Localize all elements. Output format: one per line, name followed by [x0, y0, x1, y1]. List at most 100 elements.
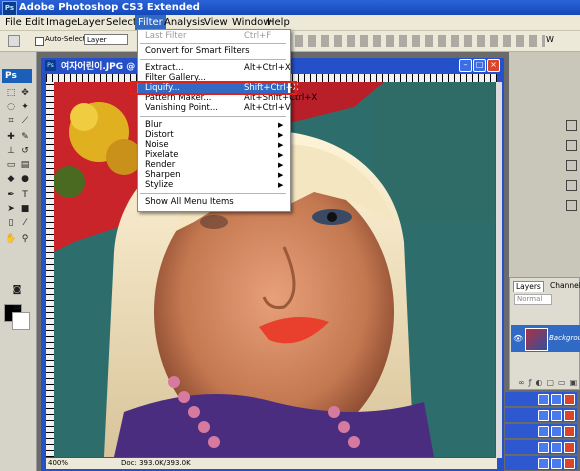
- menu-item-label: Show All Menu Items: [145, 197, 234, 207]
- history-brush-icon[interactable]: ↺: [19, 146, 31, 157]
- panel-icon-4[interactable]: [566, 180, 577, 191]
- tab-layers[interactable]: Layers: [513, 281, 544, 292]
- notes-tool-icon[interactable]: ▯: [5, 218, 17, 229]
- maximize-button[interactable]: [551, 442, 562, 453]
- maximize-button[interactable]: [551, 394, 562, 405]
- auto-select-target-select[interactable]: Layer: [84, 34, 128, 45]
- menu-item-pixelate[interactable]: Pixelate ▶: [138, 150, 288, 160]
- menu-item-shortcut: Alt+Ctrl+V: [244, 103, 291, 113]
- menu-separator: [140, 193, 286, 194]
- close-button[interactable]: [564, 458, 575, 469]
- marquee-tool-icon[interactable]: ⬚: [5, 88, 17, 99]
- title-bar: Ps Adobe Photoshop CS3 Extended: [0, 0, 580, 16]
- minimized-window-2[interactable]: [505, 408, 577, 422]
- menu-item-distort[interactable]: Distort ▶: [138, 130, 288, 140]
- toolbox-ps-badge: Ps: [2, 69, 32, 83]
- pen-tool-icon[interactable]: ✒: [5, 190, 17, 201]
- zoom-level[interactable]: 400%: [48, 458, 68, 469]
- menu-item-blur[interactable]: Blur ▶: [138, 120, 288, 130]
- window-title: Adobe Photoshop CS3 Extended: [19, 2, 200, 13]
- screen-mode-icon[interactable]: ▭: [11, 301, 23, 312]
- close-button[interactable]: [564, 394, 575, 405]
- layer-row[interactable]: 👁 Background: [511, 325, 580, 352]
- panel-icon-5[interactable]: [566, 200, 577, 211]
- doc-close-button[interactable]: ×: [487, 59, 500, 72]
- menu-item-render[interactable]: Render ▶: [138, 160, 288, 170]
- move-tool-icon[interactable]: ✥: [19, 88, 31, 99]
- minimized-window-4[interactable]: [505, 440, 577, 454]
- slice-tool-icon[interactable]: ⟋: [19, 116, 31, 127]
- panel-icon-1[interactable]: [566, 120, 577, 131]
- restore-button[interactable]: [538, 458, 549, 469]
- maximize-button[interactable]: [551, 410, 562, 421]
- submenu-arrow-icon: ▶: [278, 171, 284, 179]
- menu-separator: [140, 43, 286, 44]
- menu-item-show-all[interactable]: Show All Menu Items: [138, 197, 288, 207]
- align-distribute-icons[interactable]: [295, 35, 545, 47]
- vertical-scrollbar[interactable]: [496, 82, 502, 458]
- healing-brush-icon[interactable]: ✚: [5, 132, 17, 143]
- layers-footer-icons[interactable]: ∞ƒ◐▢▭▣: [518, 378, 580, 387]
- doc-maximize-button[interactable]: □: [473, 59, 486, 72]
- quick-mask-icon[interactable]: ◙: [11, 285, 23, 296]
- restore-button[interactable]: [538, 442, 549, 453]
- menu-item-label: Extract...: [145, 63, 184, 73]
- hand-tool-icon[interactable]: ✋: [5, 234, 17, 245]
- clone-stamp-icon[interactable]: ⊥: [5, 146, 17, 157]
- brush-tool-icon[interactable]: ✎: [19, 132, 31, 143]
- close-button[interactable]: [564, 410, 575, 421]
- lasso-tool-icon[interactable]: ◌: [5, 102, 17, 113]
- menu-item-stylize[interactable]: Stylize ▶: [138, 180, 288, 190]
- menu-item-label: Distort: [145, 130, 174, 140]
- auto-select-checkbox[interactable]: [35, 37, 44, 46]
- crop-tool-icon[interactable]: ⌗: [5, 116, 17, 127]
- panel-icon-3[interactable]: [566, 160, 577, 171]
- menu-item-label: Last Filter: [145, 31, 187, 41]
- menu-item-convert-smart-filters[interactable]: Convert for Smart Filters: [138, 46, 288, 56]
- path-selection-icon[interactable]: ➤: [5, 204, 17, 215]
- menu-item-vanishing-point[interactable]: Vanishing Point... Alt+Ctrl+V: [138, 103, 291, 113]
- panel-icon-2[interactable]: [566, 140, 577, 151]
- eraser-tool-icon[interactable]: ▭: [5, 160, 17, 171]
- menu-item-label: Sharpen: [145, 170, 181, 180]
- menu-view[interactable]: View: [201, 15, 231, 30]
- restore-button[interactable]: [538, 426, 549, 437]
- menu-help[interactable]: Help: [264, 15, 293, 30]
- menu-item-noise[interactable]: Noise ▶: [138, 140, 288, 150]
- menu-item-label: Blur: [145, 120, 163, 130]
- submenu-arrow-icon: ▶: [278, 181, 284, 189]
- minimized-window-1[interactable]: [505, 392, 577, 406]
- tab-channels[interactable]: Channels: [548, 281, 580, 291]
- layer-name: Background: [549, 334, 580, 342]
- minimized-window-3[interactable]: [505, 424, 577, 438]
- menu-item-sharpen[interactable]: Sharpen ▶: [138, 170, 288, 180]
- restore-button[interactable]: [538, 410, 549, 421]
- background-color-swatch[interactable]: [12, 312, 30, 330]
- menu-item-last-filter[interactable]: Last Filter Ctrl+F: [138, 31, 288, 41]
- menu-item-extract[interactable]: Extract... Alt+Ctrl+X: [138, 63, 291, 73]
- close-button[interactable]: [564, 426, 575, 437]
- move-tool-preset-icon[interactable]: [8, 35, 20, 47]
- visibility-eye-icon[interactable]: 👁: [513, 334, 523, 343]
- zoom-tool-icon[interactable]: ⚲: [19, 234, 31, 245]
- auto-select-label: Auto-Select:: [45, 35, 88, 43]
- maximize-button[interactable]: [551, 458, 562, 469]
- shape-tool-icon[interactable]: ■: [19, 204, 31, 215]
- workspace-button[interactable]: W: [546, 35, 554, 44]
- eyedropper-icon[interactable]: ⁄: [19, 218, 31, 229]
- magic-wand-icon[interactable]: ✦: [19, 102, 31, 113]
- dodge-tool-icon[interactable]: ●: [19, 174, 31, 185]
- minimized-window-5[interactable]: [505, 456, 577, 470]
- maximize-button[interactable]: [551, 426, 562, 437]
- blend-mode-select[interactable]: Normal: [514, 294, 552, 305]
- menu-item-label: Render: [145, 160, 176, 170]
- submenu-arrow-icon: ▶: [278, 161, 284, 169]
- close-button[interactable]: [564, 442, 575, 453]
- type-tool-icon[interactable]: T: [19, 190, 31, 201]
- liquify-highlight-box: [130, 81, 297, 95]
- restore-button[interactable]: [538, 394, 549, 405]
- submenu-arrow-icon: ▶: [278, 141, 284, 149]
- gradient-tool-icon[interactable]: ▤: [19, 160, 31, 171]
- blur-tool-icon[interactable]: ◆: [5, 174, 17, 185]
- doc-minimize-button[interactable]: –: [459, 59, 472, 72]
